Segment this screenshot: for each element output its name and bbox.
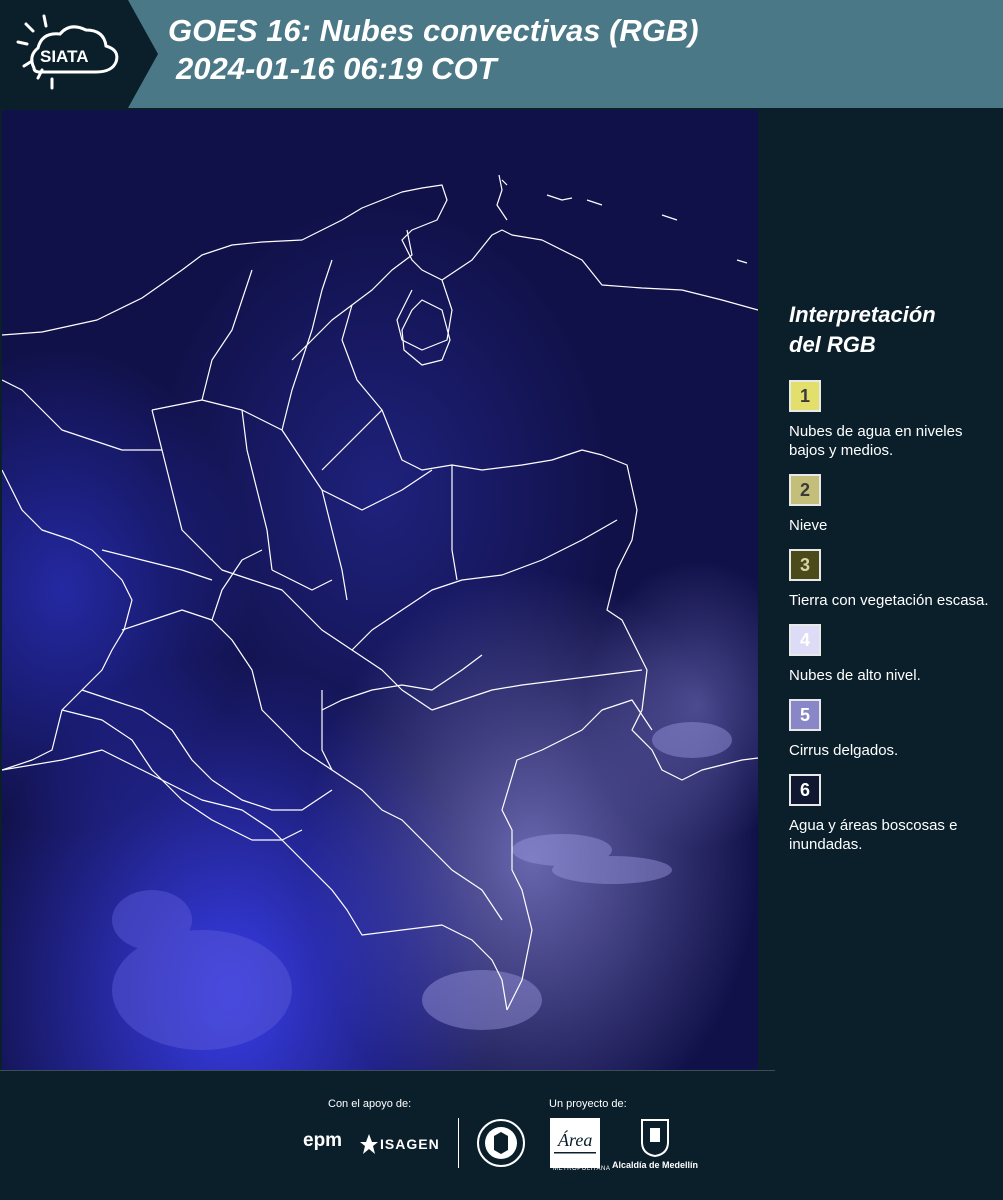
- svg-text:Área: Área: [557, 1129, 592, 1150]
- medellin-seal-icon: [477, 1119, 525, 1167]
- logo-text: SIATA: [40, 47, 88, 66]
- legend-swatch: 6: [789, 774, 821, 806]
- title-line-2: 2024-01-16 06:19 COT: [176, 51, 497, 86]
- legend-label: Tierra con vegetación escasa.: [789, 592, 989, 609]
- legend-item: 2 Nieve: [789, 474, 994, 535]
- legend-item: 4 Nubes de alto nivel.: [789, 624, 994, 685]
- isagen-icon: [360, 1134, 378, 1154]
- legend-swatch: 2: [789, 474, 821, 506]
- title-line-1: GOES 16: Nubes convectivas (RGB): [168, 13, 699, 48]
- footer-divider-line: [0, 1070, 775, 1071]
- satellite-map: [2, 110, 758, 1070]
- alcaldia-shield-icon: [641, 1119, 669, 1158]
- metropolitana-text: METROPOLITANA: [553, 1166, 611, 1172]
- legend-swatch: 1: [789, 380, 821, 412]
- isagen-logo: ISAGEN: [380, 1136, 440, 1152]
- legend-item: 5 Cirrus delgados.: [789, 699, 994, 760]
- legend-items: 1 Nubes de agua en niveles bajos y medios…: [789, 380, 994, 854]
- legend-title-line-2: del RGB: [789, 332, 876, 357]
- legend-swatch: 5: [789, 699, 821, 731]
- support-caption: Con el apoyo de:: [328, 1098, 412, 1110]
- legend-label: Agua y áreas boscosas e inundadas.: [789, 817, 958, 853]
- header: SIATA GOES 16: Nubes convectivas (RGB) 2…: [0, 0, 1003, 108]
- legend: Interpretación del RGB 1 Nubes de agua en…: [789, 300, 994, 868]
- legend-title-line-1: Interpretación: [789, 302, 936, 327]
- footer-separator: [458, 1118, 459, 1168]
- legend-item: 3 Tierra con vegetación escasa.: [789, 549, 994, 610]
- legend-label: Nubes de agua en niveles bajos y medios.: [789, 423, 963, 459]
- legend-swatch: 3: [789, 549, 821, 581]
- epm-logo: epm: [303, 1130, 343, 1151]
- legend-title: Interpretación del RGB: [789, 300, 994, 360]
- legend-label: Nieve: [789, 517, 828, 534]
- legend-item: 6 Agua y áreas boscosas e inundadas.: [789, 774, 994, 854]
- legend-item: 1 Nubes de agua en niveles bajos y medios…: [789, 380, 994, 460]
- legend-label: Nubes de alto nivel.: [789, 667, 921, 684]
- area-metropolitana-logo: Área: [550, 1118, 600, 1168]
- page-title: GOES 16: Nubes convectivas (RGB) 2024-01…: [168, 12, 699, 88]
- legend-swatch: 4: [789, 624, 821, 656]
- project-caption: Un proyecto de:: [549, 1098, 627, 1110]
- alcaldia-text: Alcaldía de Medellín: [612, 1160, 699, 1170]
- logo-panel: SIATA: [0, 0, 158, 108]
- footer: Con el apoyo de: Un proyecto de: epm ISA…: [0, 1070, 1003, 1200]
- legend-label: Cirrus delgados.: [789, 742, 899, 759]
